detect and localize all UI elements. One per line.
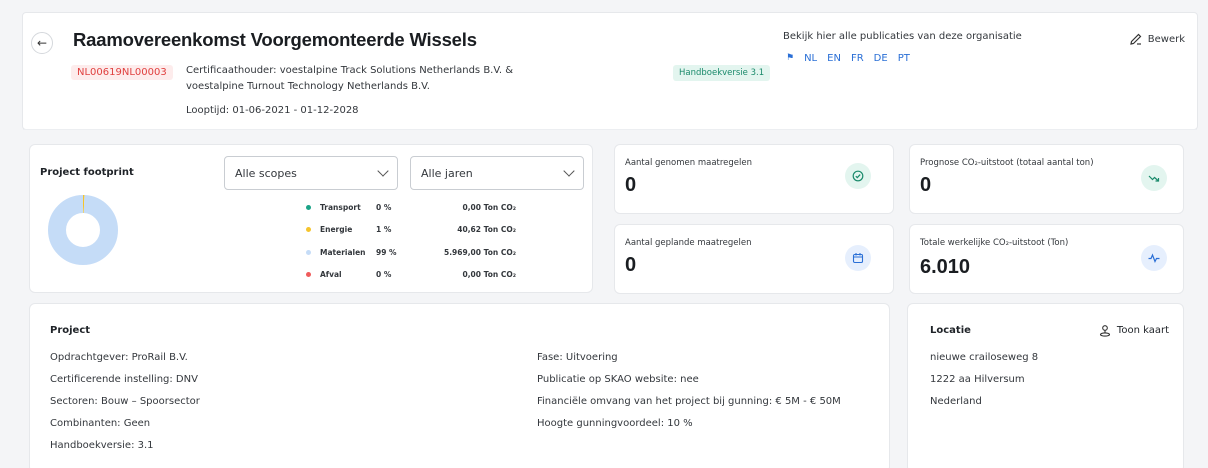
footprint-title: Project footprint: [40, 167, 134, 178]
donut-slice-materialen: [48, 195, 118, 265]
show-map-button[interactable]: Toon kaart: [1099, 324, 1169, 337]
legend-value: 0,00 Ton CO₂: [462, 270, 516, 280]
project-info-item: Fase: Uitvoering: [537, 352, 618, 363]
legend-value: 5.969,00 Ton CO₂: [443, 247, 516, 257]
project-info-item: Hoogte gunningvoordeel: 10 %: [537, 418, 693, 429]
legend-item: Afval 0 % 0,00 Ton CO₂: [306, 264, 556, 287]
legend-value: 0,00 Ton CO₂: [462, 202, 516, 212]
project-header: ← Raamovereenkomst Voorgemonteerde Wisse…: [22, 12, 1198, 130]
measures-planned-title: Aantal geplande maatregelen: [625, 238, 752, 248]
publications-link[interactable]: Bekijk hier alle publicaties van deze or…: [783, 31, 1022, 42]
legend-item: Transport 0 % 0,00 Ton CO₂: [306, 196, 556, 219]
project-info-item: Financiële omvang van het project bij gu…: [537, 396, 841, 407]
project-info-item: Sectoren: Bouw – Spoorsector: [50, 396, 200, 407]
legend-pct: 1 %: [376, 225, 392, 235]
looptijd: Looptijd: 01-06-2021 - 01-12-2028: [186, 105, 359, 116]
scope-select-value: Alle scopes: [235, 166, 297, 180]
measures-planned-value: 0: [625, 254, 637, 276]
back-button[interactable]: ←: [31, 32, 53, 54]
project-info-item: Combinanten: Geen: [50, 418, 151, 429]
legend-name: Afval: [320, 270, 342, 280]
legend-dot: [306, 204, 311, 210]
show-map-label: Toon kaart: [1116, 325, 1169, 336]
legend-name: Energie: [320, 225, 353, 235]
lang-de[interactable]: DE: [874, 53, 888, 64]
footprint-legend: Transport 0 % 0,00 Ton CO₂ Energie 1 % 4…: [306, 196, 556, 286]
years-select-value: Alle jaren: [421, 166, 473, 180]
handbook-version-badge: Handboekversie 3.1: [673, 65, 771, 81]
certificate-holder-line2: voestalpine Turnout Technology Netherlan…: [186, 81, 430, 92]
project-info-item: Handboekversie: 3.1: [50, 440, 154, 451]
legend-name: Materialen: [320, 247, 366, 257]
legend-item: Energie 1 % 40,62 Ton CO₂: [306, 219, 556, 242]
language-switcher: ⚑ NL EN FR DE PT: [786, 53, 910, 64]
legend-dot: [306, 249, 311, 255]
measures-taken-title: Aantal genomen maatregelen: [625, 158, 752, 168]
arrow-left-icon: ←: [36, 36, 48, 50]
measures-taken-value: 0: [625, 174, 637, 196]
address-line: Nederland: [930, 396, 982, 407]
actual-emission-title: Totale werkelijke CO₂-uitstoot (Ton): [920, 238, 1069, 248]
measures-planned-card: Aantal geplande maatregelen 0: [614, 224, 894, 294]
project-info-item: Certificerende instelling: DNV: [50, 374, 198, 385]
map-pin-icon: [1099, 325, 1110, 337]
forecast-emission-title: Prognose CO₂-uitstoot (totaal aantal ton…: [920, 158, 1094, 168]
location-title: Locatie: [930, 325, 971, 336]
project-id-badge: NL00619NL00003: [71, 65, 173, 80]
legend-dot: [306, 272, 311, 278]
actual-emission-value: 6.010: [920, 256, 971, 278]
forecast-emission-value: 0: [920, 174, 932, 196]
trend-down-icon: [1141, 165, 1167, 191]
forecast-emission-card: Prognose CO₂-uitstoot (totaal aantal ton…: [909, 144, 1184, 214]
certificate-holder-line1: Certificaathouder: voestalpine Track Sol…: [186, 65, 514, 76]
actual-emission-card: Totale werkelijke CO₂-uitstoot (Ton) 6.0…: [909, 224, 1184, 294]
project-info-card: Project Opdrachtgever: ProRail B.V. Cert…: [29, 303, 890, 468]
project-footprint-card: Project footprint Alle scopes Alle jaren…: [29, 144, 593, 293]
address-line: 1222 aa Hilversum: [930, 374, 1025, 385]
years-select[interactable]: Alle jaren: [410, 156, 584, 190]
edit-label: Bewerk: [1147, 33, 1185, 45]
chevron-down-icon: [377, 165, 389, 177]
location-card: Locatie Toon kaart nieuwe crailoseweg 8 …: [907, 303, 1184, 468]
legend-pct: 0 %: [376, 270, 392, 280]
measures-taken-card: Aantal genomen maatregelen 0: [614, 144, 894, 214]
legend-name: Transport: [320, 202, 361, 212]
lang-nl[interactable]: NL: [804, 53, 817, 64]
check-circle-icon: [845, 163, 871, 189]
lang-en[interactable]: EN: [827, 53, 841, 64]
edit-button[interactable]: Bewerk: [1129, 33, 1185, 45]
project-info-item: Opdrachtgever: ProRail B.V.: [50, 352, 188, 363]
translate-icon: ⚑: [786, 53, 795, 63]
calendar-icon: [845, 245, 871, 271]
legend-pct: 0 %: [376, 202, 392, 212]
lang-fr[interactable]: FR: [851, 53, 864, 64]
project-info-item: Publicatie op SKAO website: nee: [537, 374, 699, 385]
chevron-down-icon: [563, 165, 575, 177]
legend-value: 40,62 Ton CO₂: [457, 225, 516, 235]
activity-icon: [1141, 245, 1167, 271]
footprint-donut-chart: [48, 195, 118, 265]
legend-pct: 99 %: [376, 247, 397, 257]
page-title: Raamovereenkomst Voorgemonteerde Wissels: [73, 29, 477, 50]
project-section-title: Project: [50, 325, 91, 336]
legend-item: Materialen 99 % 5.969,00 Ton CO₂: [306, 241, 556, 264]
header-divider: [23, 129, 1197, 130]
legend-dot: [306, 227, 311, 233]
edit-icon: [1129, 33, 1142, 45]
address-line: nieuwe crailoseweg 8: [930, 352, 1039, 363]
scope-select[interactable]: Alle scopes: [224, 156, 398, 190]
lang-pt[interactable]: PT: [898, 53, 910, 64]
